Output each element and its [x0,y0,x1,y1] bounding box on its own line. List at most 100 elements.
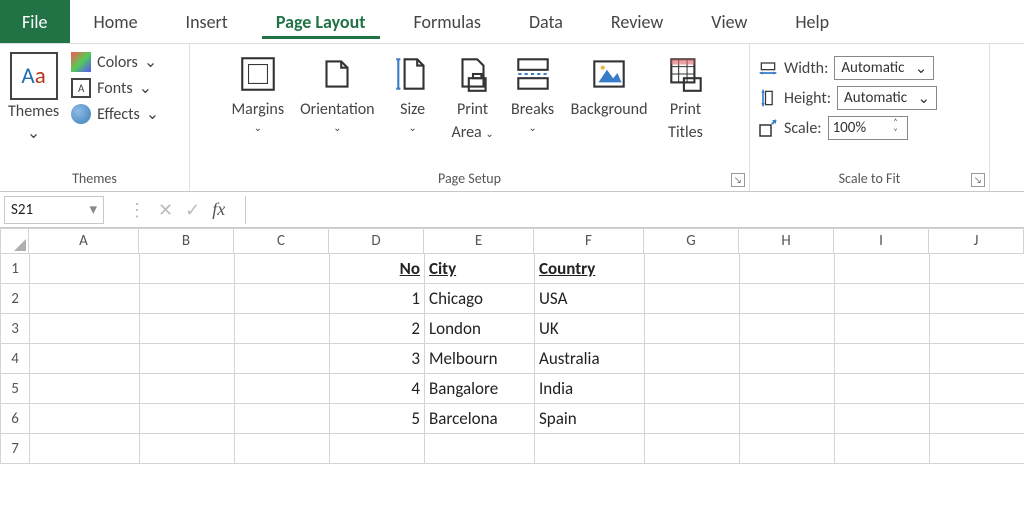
cell[interactable] [30,374,140,404]
cell[interactable] [835,344,930,374]
column-header[interactable]: A [29,228,139,254]
column-header[interactable]: B [139,228,234,254]
cell[interactable]: 2 [330,314,425,344]
tab-review[interactable]: Review [587,0,687,43]
tab-page-layout[interactable]: Page Layout [252,0,390,43]
cell[interactable] [835,434,930,464]
breaks-button[interactable]: Breaks ⌄ [511,52,555,133]
cell[interactable] [740,434,835,464]
row-header[interactable]: 4 [0,344,30,374]
print-area-button[interactable]: Print Area ⌄ [451,52,495,142]
fonts-button[interactable]: A Fonts ⌄ [71,78,159,98]
cell[interactable]: No [330,254,425,284]
cell[interactable]: UK [535,314,645,344]
row-header[interactable]: 6 [0,404,30,434]
formula-input[interactable] [245,196,1024,224]
cell[interactable]: Melbourn [425,344,535,374]
cell[interactable] [30,434,140,464]
height-select[interactable]: Automatic ⌄ [837,86,937,110]
cell[interactable] [235,404,330,434]
row-header[interactable]: 3 [0,314,30,344]
cell[interactable] [140,254,235,284]
select-all-corner[interactable] [0,228,29,254]
tab-view[interactable]: View [687,0,771,43]
cell[interactable] [740,374,835,404]
cell[interactable]: 3 [330,344,425,374]
cell[interactable] [535,434,645,464]
cell[interactable]: Chicago [425,284,535,314]
background-button[interactable]: Background [571,52,648,119]
cell[interactable]: City [425,254,535,284]
formula-options-icon[interactable]: ⋮ [128,199,146,221]
tab-formulas[interactable]: Formulas [390,0,505,43]
cell[interactable]: 5 [330,404,425,434]
cell[interactable] [30,254,140,284]
cell[interactable]: 4 [330,374,425,404]
cell[interactable] [645,284,740,314]
cell[interactable] [645,404,740,434]
cell[interactable] [930,344,1024,374]
cell[interactable]: Spain [535,404,645,434]
tab-insert[interactable]: Insert [162,0,252,43]
cell[interactable]: 1 [330,284,425,314]
scale-to-fit-launcher[interactable]: ↘ [971,173,985,187]
column-header[interactable]: F [534,228,644,254]
enter-icon[interactable]: ✓ [185,199,200,221]
cell[interactable] [645,374,740,404]
column-header[interactable]: I [834,228,929,254]
row-header[interactable]: 1 [0,254,30,284]
cell[interactable]: Barcelona [425,404,535,434]
scale-decrement[interactable]: ˅ [889,128,903,138]
tab-data[interactable]: Data [505,0,587,43]
name-box[interactable]: S21 ▾ [4,196,104,224]
cell[interactable] [645,254,740,284]
cell[interactable] [30,284,140,314]
size-button[interactable]: Size ⌄ [391,52,435,133]
cell[interactable] [930,434,1024,464]
tab-file[interactable]: File [0,0,70,43]
cell[interactable] [140,314,235,344]
cell[interactable] [740,284,835,314]
cell[interactable] [835,374,930,404]
cell[interactable]: Bangalore [425,374,535,404]
cell[interactable] [140,284,235,314]
cell[interactable] [235,374,330,404]
cell[interactable]: London [425,314,535,344]
row-header[interactable]: 2 [0,284,30,314]
column-header[interactable]: D [329,228,424,254]
cell[interactable] [30,344,140,374]
column-header[interactable]: J [929,228,1024,254]
cell[interactable] [645,344,740,374]
cell[interactable] [645,434,740,464]
cell[interactable] [140,344,235,374]
cell[interactable] [140,434,235,464]
cell[interactable] [930,404,1024,434]
fx-icon[interactable]: fx [212,199,225,220]
cell[interactable] [30,314,140,344]
cell[interactable] [740,404,835,434]
column-header[interactable]: G [644,228,739,254]
column-header[interactable]: C [234,228,329,254]
cell[interactable] [235,314,330,344]
cell[interactable]: India [535,374,645,404]
cell[interactable] [740,254,835,284]
cell[interactable] [645,314,740,344]
cell[interactable] [740,344,835,374]
cell[interactable] [30,404,140,434]
effects-button[interactable]: Effects ⌄ [71,104,159,124]
column-header[interactable]: E [424,228,534,254]
cell[interactable] [425,434,535,464]
colors-button[interactable]: Colors ⌄ [71,52,159,72]
cell[interactable] [140,374,235,404]
page-setup-launcher[interactable]: ↘ [731,173,745,187]
row-header[interactable]: 5 [0,374,30,404]
cell[interactable] [140,404,235,434]
themes-button[interactable]: Aa Themes ⌄ [6,52,61,143]
cell[interactable] [235,284,330,314]
cell[interactable]: Country [535,254,645,284]
cell[interactable] [330,434,425,464]
cell[interactable] [235,434,330,464]
margins-button[interactable]: Margins ⌄ [232,52,285,133]
cell[interactable] [235,344,330,374]
cell[interactable]: USA [535,284,645,314]
